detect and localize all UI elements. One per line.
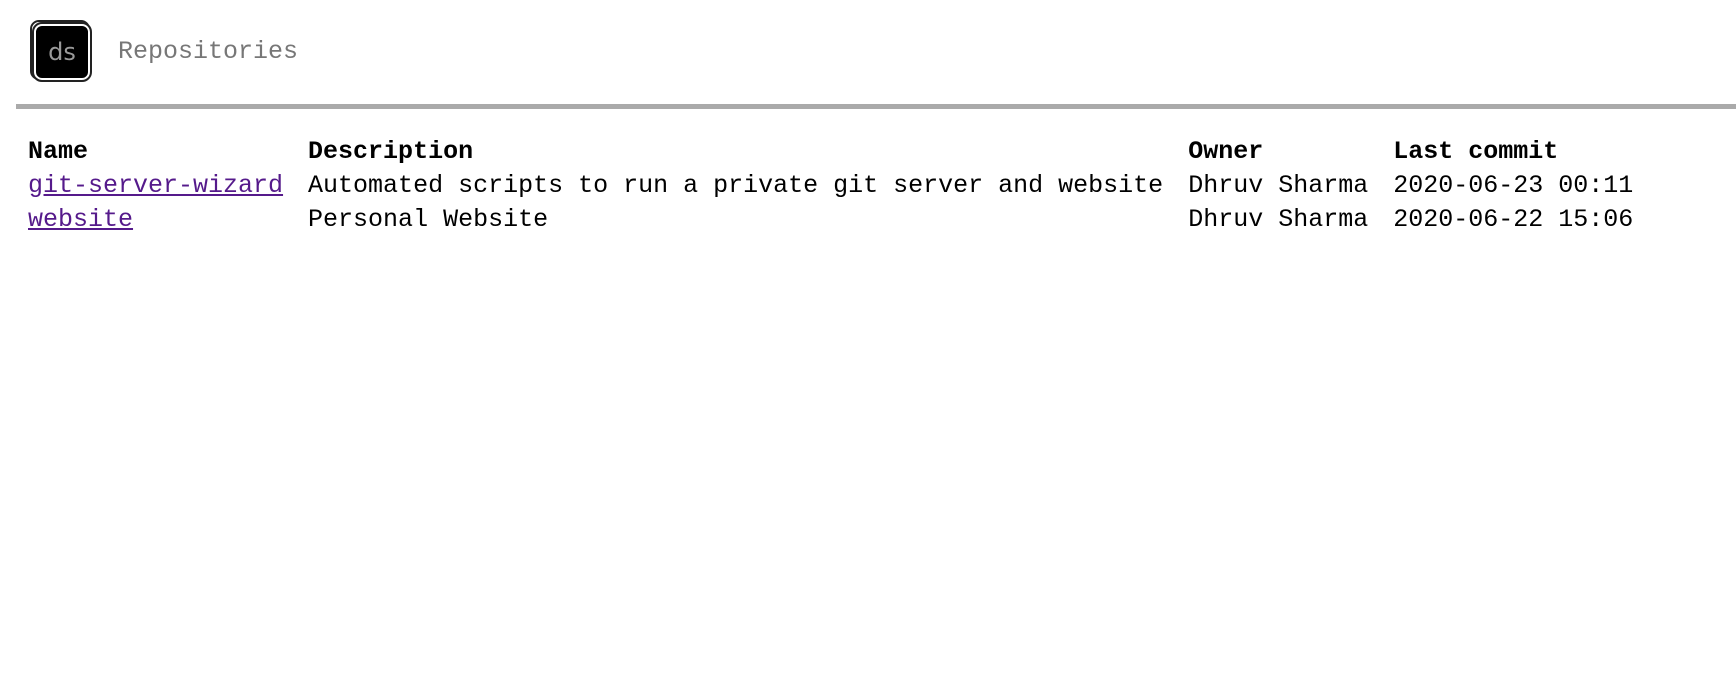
column-header-name: Name: [28, 136, 89, 166]
page-title: Repositories: [118, 36, 299, 66]
repo-owner: Dhruv Sharma: [1188, 170, 1369, 200]
page-header: ds Repositories: [30, 20, 298, 82]
repo-description: Personal Website: [308, 204, 549, 234]
column-header-owner: Owner: [1188, 136, 1264, 166]
table-row: git-server-wizard Automated scripts to r…: [28, 168, 1633, 202]
table-row: website Personal Website Dhruv Sharma 20…: [28, 202, 1633, 236]
header-divider: [16, 104, 1736, 109]
repo-last-commit: 2020-06-23 00:11: [1393, 170, 1634, 200]
repo-link-git-server-wizard[interactable]: git-server-wizard: [28, 171, 283, 200]
column-header-description: Description: [308, 136, 474, 166]
repo-link-website[interactable]: website: [28, 205, 133, 234]
logo-text: ds: [32, 22, 92, 82]
repo-owner: Dhruv Sharma: [1188, 204, 1369, 234]
column-header-last-commit: Last commit: [1393, 136, 1559, 166]
repo-last-commit: 2020-06-22 15:06: [1393, 204, 1634, 234]
repo-name-cell: website: [28, 202, 308, 236]
table-header-row: Name Description Owner Last commit: [28, 134, 1633, 168]
repo-description: Automated scripts to run a private git s…: [308, 170, 1164, 200]
repo-name-cell: git-server-wizard: [28, 168, 308, 202]
repository-table: Name Description Owner Last commit git-s…: [28, 134, 1633, 236]
logo-icon[interactable]: ds: [30, 20, 92, 82]
